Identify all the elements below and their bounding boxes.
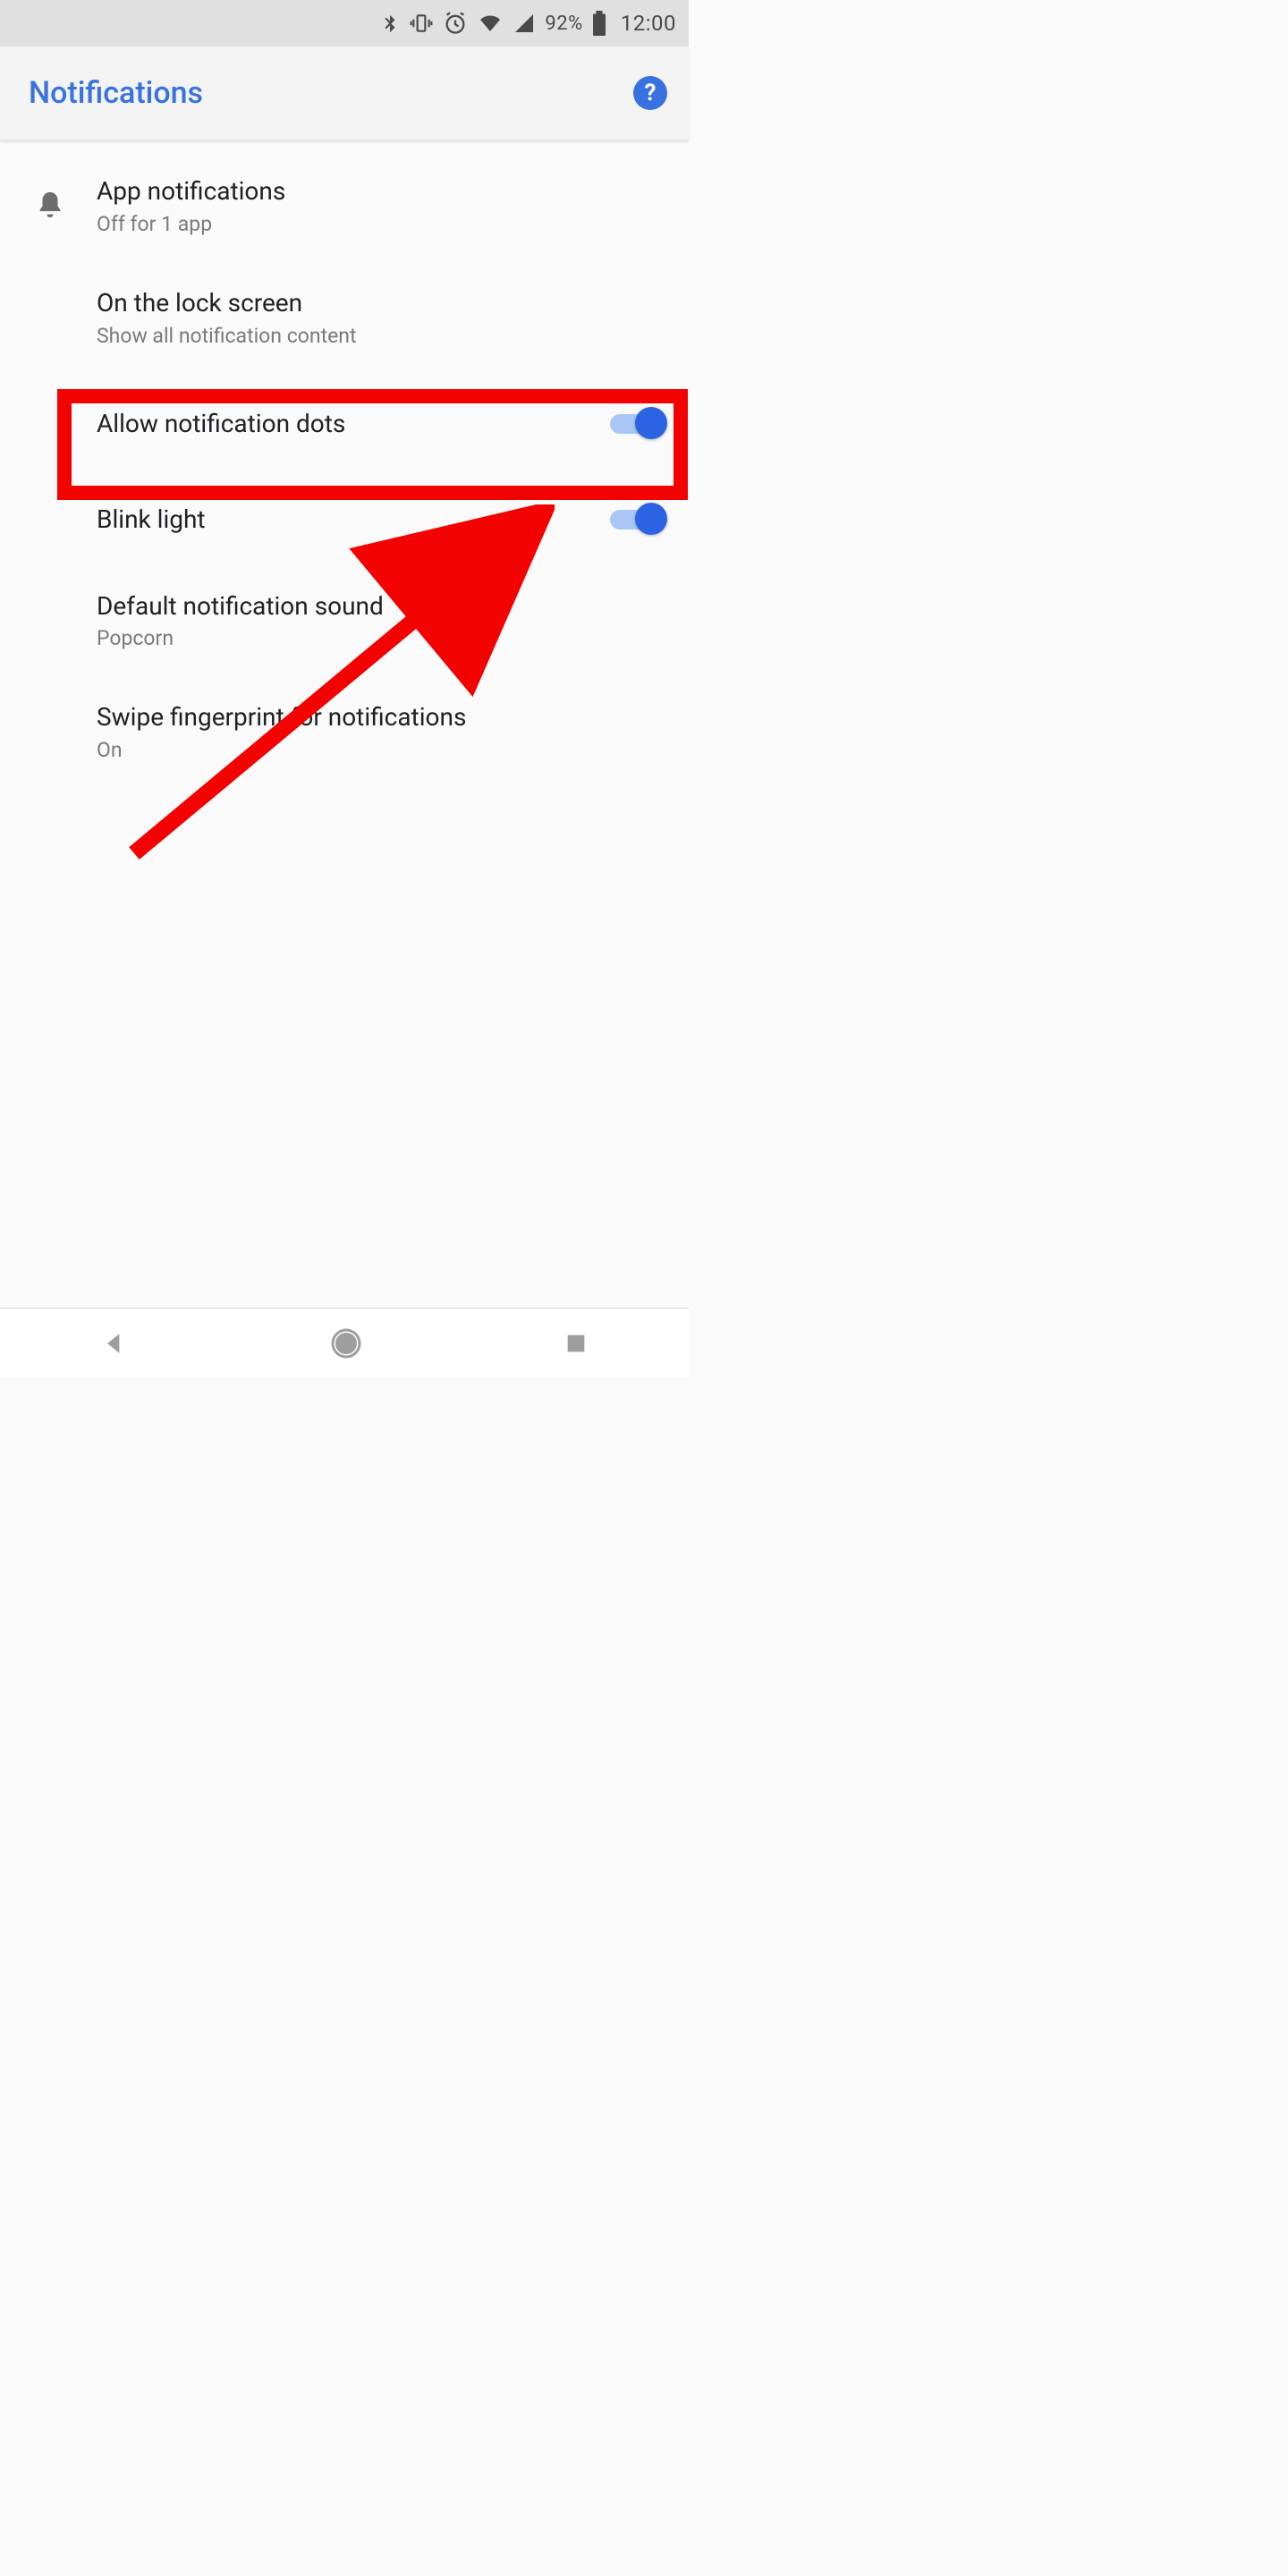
nav-recents-button[interactable] (564, 1331, 589, 1356)
row-default-sound[interactable]: Default notification sound Popcorn (0, 564, 689, 676)
status-clock: 12:00 (621, 11, 676, 36)
row-swipe-fingerprint[interactable]: Swipe fingerprint for notifications On (0, 675, 689, 787)
alarm-icon (443, 11, 468, 36)
row-subtitle: On (97, 738, 667, 762)
row-app-notifications[interactable]: App notifications Off for 1 app (0, 149, 689, 261)
row-title: Default notification sound (97, 589, 667, 623)
battery-percent: 92% (545, 13, 582, 35)
settings-list: App notifications Off for 1 app On the l… (0, 140, 689, 787)
nav-back-button[interactable] (100, 1329, 129, 1358)
row-title: App notifications (97, 174, 667, 208)
navigation-bar (0, 1308, 689, 1377)
battery-icon (592, 11, 606, 36)
help-icon: ? (645, 80, 657, 106)
row-title: On the lock screen (97, 286, 667, 320)
help-button[interactable]: ? (633, 76, 667, 110)
row-subtitle: Off for 1 app (97, 212, 667, 236)
nav-home-button[interactable] (330, 1327, 362, 1360)
bell-icon (29, 190, 72, 220)
row-notification-dots[interactable]: Allow notification dots (0, 373, 689, 475)
vibrate-icon (409, 12, 434, 35)
row-subtitle: Popcorn (97, 626, 667, 650)
row-lock-screen[interactable]: On the lock screen Show all notification… (0, 261, 689, 373)
bluetooth-icon (380, 11, 400, 36)
row-blink-light[interactable]: Blink light (0, 475, 689, 564)
toggle-blink-light[interactable] (610, 503, 667, 537)
row-title: Allow notification dots (97, 407, 585, 441)
app-bar: Notifications ? (0, 47, 689, 140)
status-bar: 92% 12:00 (0, 0, 689, 47)
row-subtitle: Show all notification content (97, 324, 667, 348)
row-title: Blink light (97, 503, 585, 537)
page-title: Notifications (29, 75, 203, 111)
cell-signal-icon (513, 13, 536, 34)
toggle-notification-dots[interactable] (610, 407, 667, 441)
row-title: Swipe fingerprint for notifications (97, 700, 667, 734)
wifi-icon (477, 13, 504, 34)
